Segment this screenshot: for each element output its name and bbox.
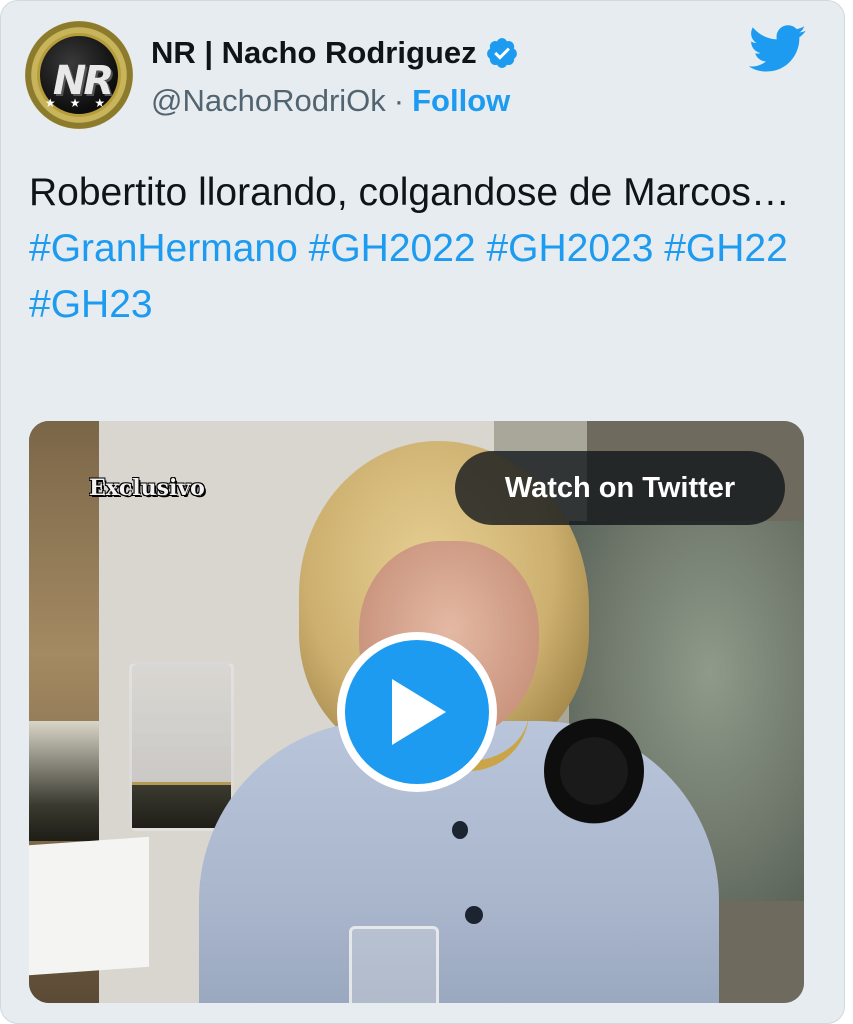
hashtag-list: #GranHermano #GH2022 #GH2023 #GH22 #GH23 bbox=[29, 221, 809, 333]
author-display-name[interactable]: NR | Nacho Rodriguez bbox=[151, 35, 477, 71]
hashtag-link[interactable]: #GranHermano bbox=[29, 227, 298, 270]
tweet-card[interactable]: NR ★★★ NR | Nacho Rodriguez @NachoRodriO… bbox=[0, 0, 845, 1024]
video-glass bbox=[349, 926, 439, 1003]
separator-dot: · bbox=[393, 83, 405, 118]
author-avatar[interactable]: NR ★★★ bbox=[25, 21, 133, 129]
hashtag-link[interactable]: #GH22 bbox=[664, 227, 788, 270]
author-handle[interactable]: @NachoRodriOk bbox=[151, 83, 386, 119]
video-candle-holder bbox=[129, 661, 234, 831]
video-suit-button bbox=[452, 821, 468, 839]
author-name-row: NR | Nacho Rodriguez bbox=[151, 31, 519, 75]
avatar-logo: NR ★★★ bbox=[37, 33, 121, 117]
watch-on-twitter-button[interactable]: Watch on Twitter bbox=[455, 451, 785, 525]
video-paper bbox=[29, 836, 149, 976]
play-icon bbox=[392, 679, 446, 745]
verified-badge-icon bbox=[486, 38, 517, 68]
hashtag-link[interactable]: #GH2023 bbox=[486, 227, 653, 270]
video-candle-holder-left bbox=[29, 721, 99, 841]
video-caption: Exclusivo bbox=[89, 475, 205, 501]
play-button[interactable] bbox=[337, 632, 497, 792]
video-thumbnail[interactable]: Exclusivo Watch on Twitter bbox=[29, 421, 804, 1003]
video-brooch bbox=[544, 716, 644, 826]
candle-band bbox=[132, 782, 231, 828]
tweet-text: Robertito llorando, colgandose de Marcos… bbox=[29, 171, 790, 214]
tweet-body: Robertito llorando, colgandose de Marcos… bbox=[29, 165, 809, 333]
avatar-stars: ★★★ bbox=[44, 96, 120, 110]
video-suit-button bbox=[465, 906, 483, 924]
hashtag-link[interactable]: #GH23 bbox=[29, 283, 153, 326]
author-handle-row: @NachoRodriOk · Follow bbox=[151, 79, 510, 123]
follow-button[interactable]: Follow bbox=[412, 83, 510, 119]
hashtag-link[interactable]: #GH2022 bbox=[309, 227, 476, 270]
twitter-bird-icon[interactable] bbox=[749, 25, 807, 73]
